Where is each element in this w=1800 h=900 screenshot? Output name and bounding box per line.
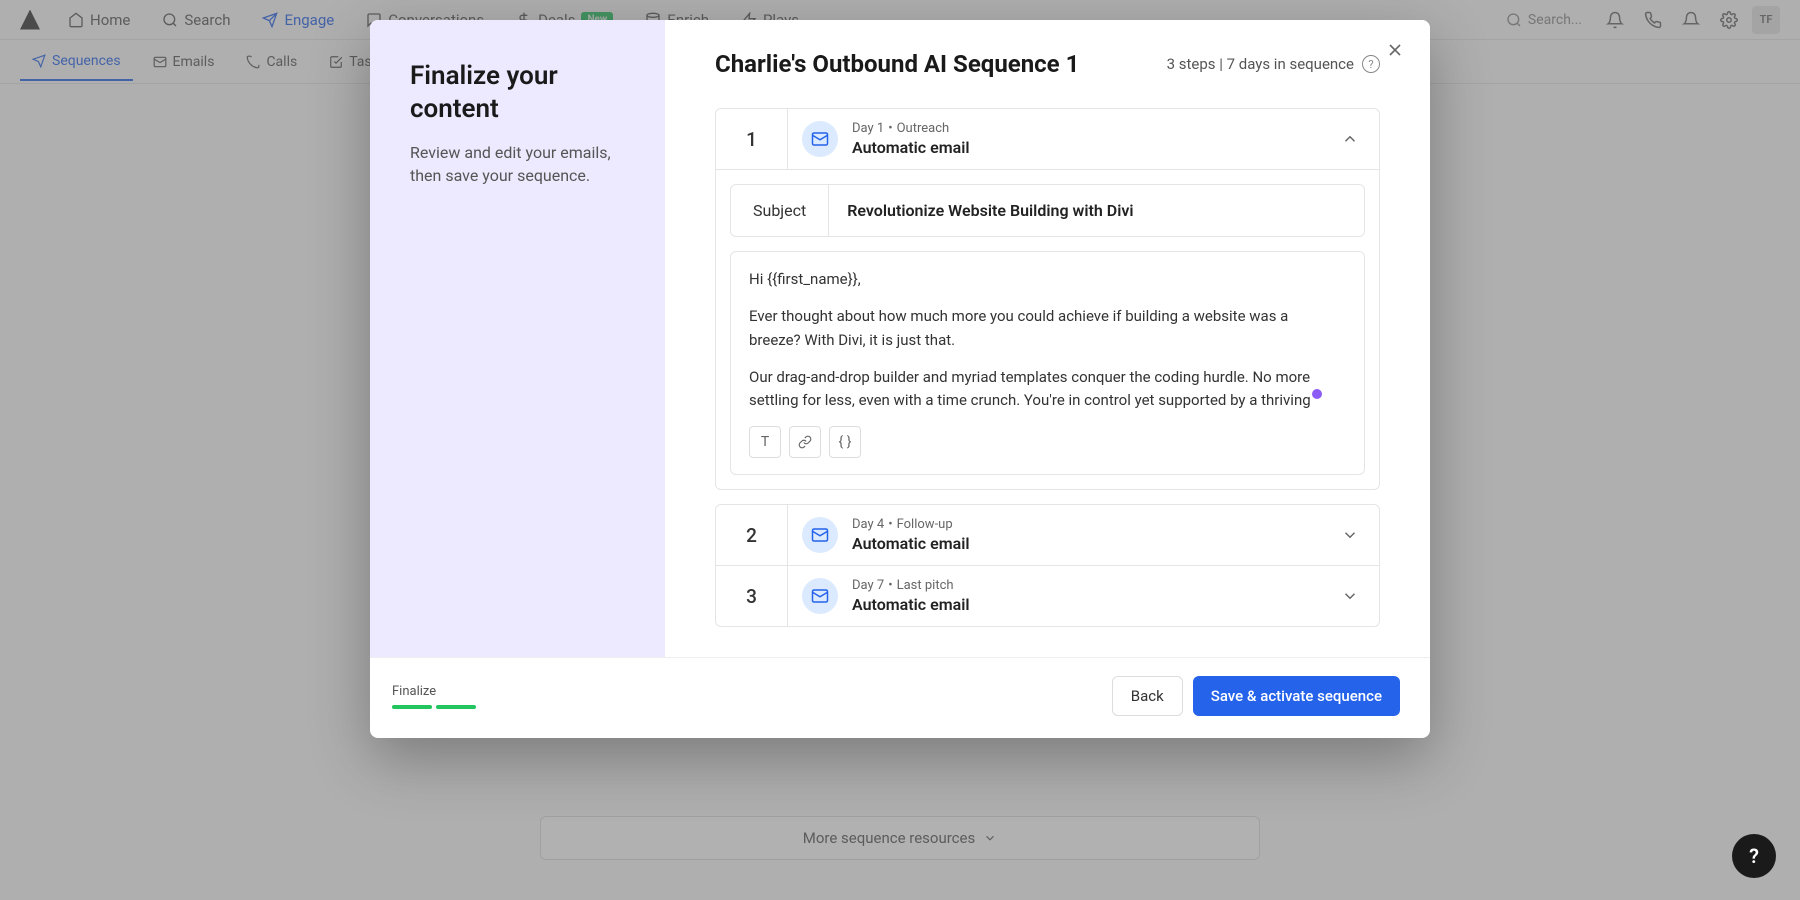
modal-overlay: Finalize your content Review and edit yo… [0, 0, 1800, 900]
sequence-title: Charlie's Outbound AI Sequence 1 [715, 50, 1079, 78]
text-format-button[interactable]: T [749, 426, 781, 458]
mail-icon [802, 578, 838, 614]
modal-left-panel: Finalize your content Review and edit yo… [370, 20, 665, 657]
progress-bar [392, 705, 476, 709]
mail-icon [802, 517, 838, 553]
link-button[interactable] [789, 426, 821, 458]
step-card-1: 1 Day 1•Outreach Automatic email [715, 108, 1380, 490]
step-header-2[interactable]: 2 Day 4•Follow-up Automatic email [716, 505, 1379, 566]
save-activate-button[interactable]: Save & activate sequence [1193, 676, 1400, 716]
modal-right-panel: Charlie's Outbound AI Sequence 1 3 steps… [665, 20, 1430, 657]
help-icon[interactable]: ? [1362, 55, 1380, 73]
sequence-meta: 3 steps | 7 days in sequence ? [1167, 55, 1380, 73]
back-button[interactable]: Back [1112, 676, 1183, 716]
annotation-marker[interactable] [1312, 389, 1322, 399]
close-icon [1385, 40, 1405, 60]
variable-button[interactable]: { } [829, 426, 861, 458]
modal-footer: Finalize Back Save & activate sequence [370, 657, 1430, 738]
mail-icon [802, 121, 838, 157]
step-header-1[interactable]: 1 Day 1•Outreach Automatic email [716, 109, 1379, 170]
email-body-editor[interactable]: Hi {{first_name}}, Ever thought about ho… [730, 251, 1365, 475]
finalize-modal: Finalize your content Review and edit yo… [370, 20, 1430, 738]
step-group-collapsed: 2 Day 4•Follow-up Automatic email [715, 504, 1380, 627]
step-header-3[interactable]: 3 Day 7•Last pitch Automatic email [716, 566, 1379, 626]
link-icon [798, 435, 812, 449]
chevron-down-icon[interactable] [1321, 526, 1379, 544]
close-button[interactable] [1385, 40, 1405, 60]
editor-toolbar: T { } [749, 426, 1346, 458]
modal-left-title: Finalize your content [410, 60, 635, 125]
modal-left-desc: Review and edit your emails, then save y… [410, 141, 635, 187]
subject-input[interactable]: Subject Revolutionize Website Building w… [730, 184, 1365, 237]
step-type: Automatic email [852, 138, 1307, 157]
chevron-up-icon[interactable] [1321, 130, 1379, 148]
footer-step-label: Finalize [392, 684, 476, 699]
step-meta: Day 1•Outreach [852, 121, 1307, 136]
chevron-down-icon[interactable] [1321, 587, 1379, 605]
help-fab[interactable]: ? [1732, 834, 1776, 878]
